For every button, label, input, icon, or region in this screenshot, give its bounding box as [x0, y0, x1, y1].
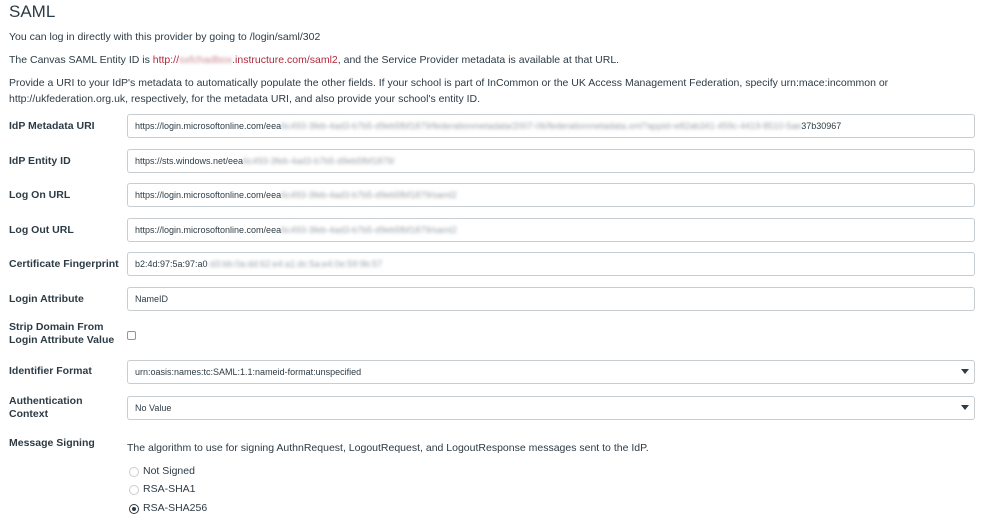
metadata-help-text: Provide a URI to your IdP's metadata to … — [9, 77, 889, 105]
idp-entity-id-row: IdP Entity ID https://sts.windows.net/ee… — [9, 149, 975, 173]
message-signing-description: The algorithm to use for signing AuthnRe… — [127, 442, 649, 454]
idp-entity-id-value: https://sts.windows.net/eea — [135, 156, 244, 166]
log-on-url-label: Log On URL — [9, 189, 71, 201]
log-out-url-input[interactable]: https://login.microsoftonline.com/eea6c4… — [127, 218, 975, 242]
authentication-context-row: Authentication Context No Value — [9, 395, 975, 420]
log-on-url-row: Log On URL https://login.microsoftonline… — [9, 183, 975, 207]
authentication-context-label: Authentication Context — [9, 395, 83, 420]
log-on-url-input[interactable]: https://login.microsoftonline.com/eea6c4… — [127, 183, 975, 207]
message-signing-label: Message Signing — [9, 437, 95, 449]
radio-button[interactable] — [129, 467, 139, 477]
idp-metadata-uri-row: IdP Metadata URI https://login.microsoft… — [9, 114, 975, 138]
login-attribute-input[interactable]: NameID — [127, 287, 975, 311]
certificate-fingerprint-label: Certificate Fingerprint — [9, 258, 119, 270]
identifier-format-select[interactable]: urn:oasis:names:tc:SAML:1.1:nameid-forma… — [127, 360, 975, 384]
chevron-down-icon — [961, 369, 969, 374]
entity-id-link-redacted: sxfchadbox — [179, 54, 233, 66]
strip-domain-label: Strip Domain From Login Attribute Value — [9, 321, 115, 346]
idp-metadata-uri-value: https://login.microsoftonline.com/eea — [135, 121, 282, 131]
idp-entity-id-label: IdP Entity ID — [9, 155, 71, 167]
identifier-format-value: urn:oasis:names:tc:SAML:1.1:nameid-forma… — [135, 367, 362, 377]
entity-id-text: The Canvas SAML Entity ID is http://sxfc… — [9, 53, 969, 69]
entity-id-link[interactable]: http://sxfchadbox.instructure.com/saml2 — [153, 54, 338, 66]
log-out-url-value: https://login.microsoftonline.com/eea — [135, 225, 282, 235]
entity-id-link-scheme: http:// — [152, 54, 180, 66]
idp-metadata-uri-label: IdP Metadata URI — [9, 120, 95, 132]
identifier-format-row: Identifier Format urn:oasis:names:tc:SAM… — [9, 360, 975, 384]
page-title: SAML — [9, 2, 56, 21]
certificate-fingerprint-redacted: :d3:bb:0a:dd:62:e4:a1:dc:5a:e4:0e:59:9b:… — [207, 259, 383, 269]
idp-entity-id-input[interactable]: https://sts.windows.net/eea6c493-3feb-4a… — [127, 149, 975, 173]
log-out-url-redacted: 6c493-3feb-4ad3-b7b5-d9eb5fbf1879/saml2 — [281, 225, 457, 235]
entity-id-prefix: The Canvas SAML Entity ID is — [9, 54, 153, 66]
log-on-url-value: https://login.microsoftonline.com/eea — [135, 190, 282, 200]
identifier-format-label: Identifier Format — [9, 365, 92, 377]
strip-domain-checkbox[interactable] — [127, 331, 136, 340]
log-out-url-label: Log Out URL — [9, 224, 74, 236]
radio-label: Not Signed — [143, 465, 195, 477]
direct-login-text: You can log in directly with this provid… — [9, 31, 321, 43]
idp-metadata-uri-redacted: 6c493-3feb-4ad3-b7b5-d9eb5fbf1879/federa… — [281, 121, 802, 131]
entity-id-link-host: .instructure.com/saml2 — [232, 54, 338, 66]
chevron-down-icon — [961, 405, 969, 410]
certificate-fingerprint-input[interactable]: b2:4d:97:5a:97:a0:d3:bb:0a:dd:62:e4:a1:d… — [127, 252, 975, 276]
entity-id-suffix: , and the Service Provider metadata is a… — [337, 54, 620, 66]
radio-label: RSA-SHA256 — [143, 502, 208, 514]
login-attribute-row: Login Attribute NameID — [9, 287, 975, 311]
idp-entity-id-redacted: 6c493-3feb-4ad3-b7b5-d9eb5fbf1879/ — [243, 156, 395, 166]
radio-button-selected[interactable] — [129, 504, 139, 514]
log-out-url-row: Log Out URL https://login.microsoftonlin… — [9, 218, 975, 242]
certificate-fingerprint-row: Certificate Fingerprint b2:4d:97:5a:97:a… — [9, 252, 975, 276]
login-attribute-label: Login Attribute — [9, 293, 84, 305]
strip-domain-row: Strip Domain From Login Attribute Value — [9, 321, 975, 349]
authentication-context-value: No Value — [135, 403, 172, 413]
idp-metadata-uri-value-end: 37b30967 — [801, 121, 842, 131]
idp-metadata-uri-input[interactable]: https://login.microsoftonline.com/eea6c4… — [127, 114, 975, 138]
log-on-url-redacted: 6c493-3feb-4ad3-b7b5-d9eb5fbf1879/saml2 — [281, 190, 457, 200]
radio-label: RSA-SHA1 — [143, 483, 196, 495]
certificate-fingerprint-value: b2:4d:97:5a:97:a0 — [135, 259, 208, 269]
authentication-context-select[interactable]: No Value — [127, 396, 975, 420]
radio-button[interactable] — [129, 485, 139, 495]
